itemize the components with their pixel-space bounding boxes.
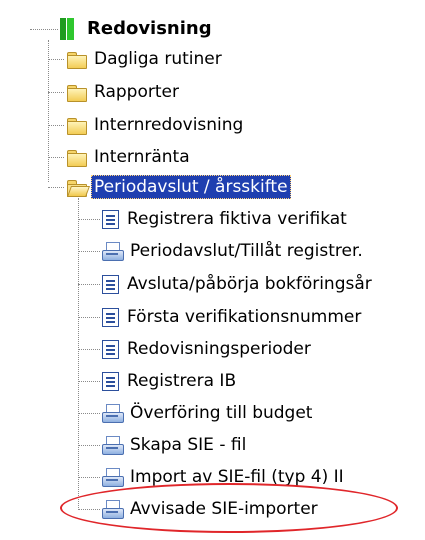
- highlight-ring: [60, 483, 398, 533]
- document-icon: [102, 371, 119, 391]
- tree-connector: [30, 29, 58, 30]
- tree-connector: [78, 317, 100, 318]
- tree-folder-internranta[interactable]: Internränta: [66, 142, 193, 172]
- tree-connector: [78, 219, 100, 220]
- tree-item-periodavslut-tillat[interactable]: Periodavslut/Tillåt registrer.: [102, 236, 366, 266]
- tree-item-label: Redovisningsperioder: [127, 339, 311, 359]
- tree-item-label: Första verifikationsnummer: [127, 307, 362, 327]
- tree-folder-rapporter[interactable]: Rapporter: [66, 77, 182, 107]
- tree-connector: [78, 477, 100, 478]
- tree-connector: [78, 198, 79, 510]
- tree-connector: [48, 59, 64, 60]
- report-icon: [102, 435, 124, 455]
- tree-item-label: Registrera IB: [127, 371, 237, 391]
- folder-icon: [66, 82, 87, 102]
- tree-item-label: Registrera fiktiva verifikat: [127, 209, 347, 229]
- tree-item-skapa-sie-fil[interactable]: Skapa SIE - fil: [102, 430, 249, 460]
- tree-item-label: Skapa SIE - fil: [130, 435, 247, 455]
- document-icon: [102, 274, 119, 294]
- tree-item-label: Överföring till budget: [130, 403, 313, 423]
- tree-folder-periodavslut[interactable]: Periodavslut / årsskifte: [66, 172, 291, 202]
- tree-connector: [48, 92, 64, 93]
- tree-folder-label: Dagliga rutiner: [94, 49, 222, 69]
- tree-folder-label: Internredovisning: [94, 115, 244, 135]
- tree-root-redovisning[interactable]: Redovisning: [60, 14, 215, 44]
- folder-icon: [66, 147, 87, 167]
- report-icon: [102, 241, 124, 261]
- tree-item-overforing-till-budget[interactable]: Överföring till budget: [102, 398, 315, 428]
- tree-item-label: Avsluta/påbörja bokföringsår: [127, 274, 372, 294]
- tree-connector: [78, 413, 100, 414]
- tree-connector: [48, 187, 64, 188]
- folder-open-icon: [66, 177, 91, 197]
- tree-item-redovisningsperioder[interactable]: Redovisningsperioder: [102, 334, 314, 364]
- tree-item-registrera-ib[interactable]: Registrera IB: [102, 366, 239, 396]
- tree-folder-internredovisning[interactable]: Internredovisning: [66, 110, 246, 140]
- tree-connector: [48, 125, 64, 126]
- tree-item-forsta-verifikationsnummer[interactable]: Första verifikationsnummer: [102, 302, 364, 332]
- folder-icon: [66, 49, 87, 69]
- tree-connector: [78, 251, 100, 252]
- tree-connector: [48, 157, 64, 158]
- tree-connector: [78, 381, 100, 382]
- folder-icon: [66, 115, 87, 135]
- tree-folder-label-selected: Periodavslut / årsskifte: [91, 175, 291, 199]
- tree-root-label: Redovisning: [87, 18, 212, 39]
- tree-folder-dagliga-rutiner[interactable]: Dagliga rutiner: [66, 44, 225, 74]
- tree-folder-label: Internränta: [94, 147, 190, 167]
- tree-connector: [78, 445, 100, 446]
- tree-item-avsluta-paborja[interactable]: Avsluta/påbörja bokföringsår: [102, 269, 375, 299]
- tree-connector: [48, 40, 49, 182]
- tree-connector: [78, 349, 100, 350]
- report-icon: [102, 467, 124, 487]
- tree-folder-label: Rapporter: [94, 82, 179, 102]
- tree-item-label: Periodavslut/Tillåt registrer.: [130, 241, 363, 261]
- document-icon: [102, 339, 119, 359]
- navigation-tree: Redovisning Dagliga rutiner Rapporter In…: [0, 0, 425, 540]
- document-icon: [102, 209, 119, 229]
- document-icon: [102, 307, 119, 327]
- tree-item-registrera-fiktiva-verifikat[interactable]: Registrera fiktiva verifikat: [102, 204, 350, 234]
- book-icon: [60, 18, 74, 40]
- tree-connector: [78, 284, 100, 285]
- report-icon: [102, 403, 124, 423]
